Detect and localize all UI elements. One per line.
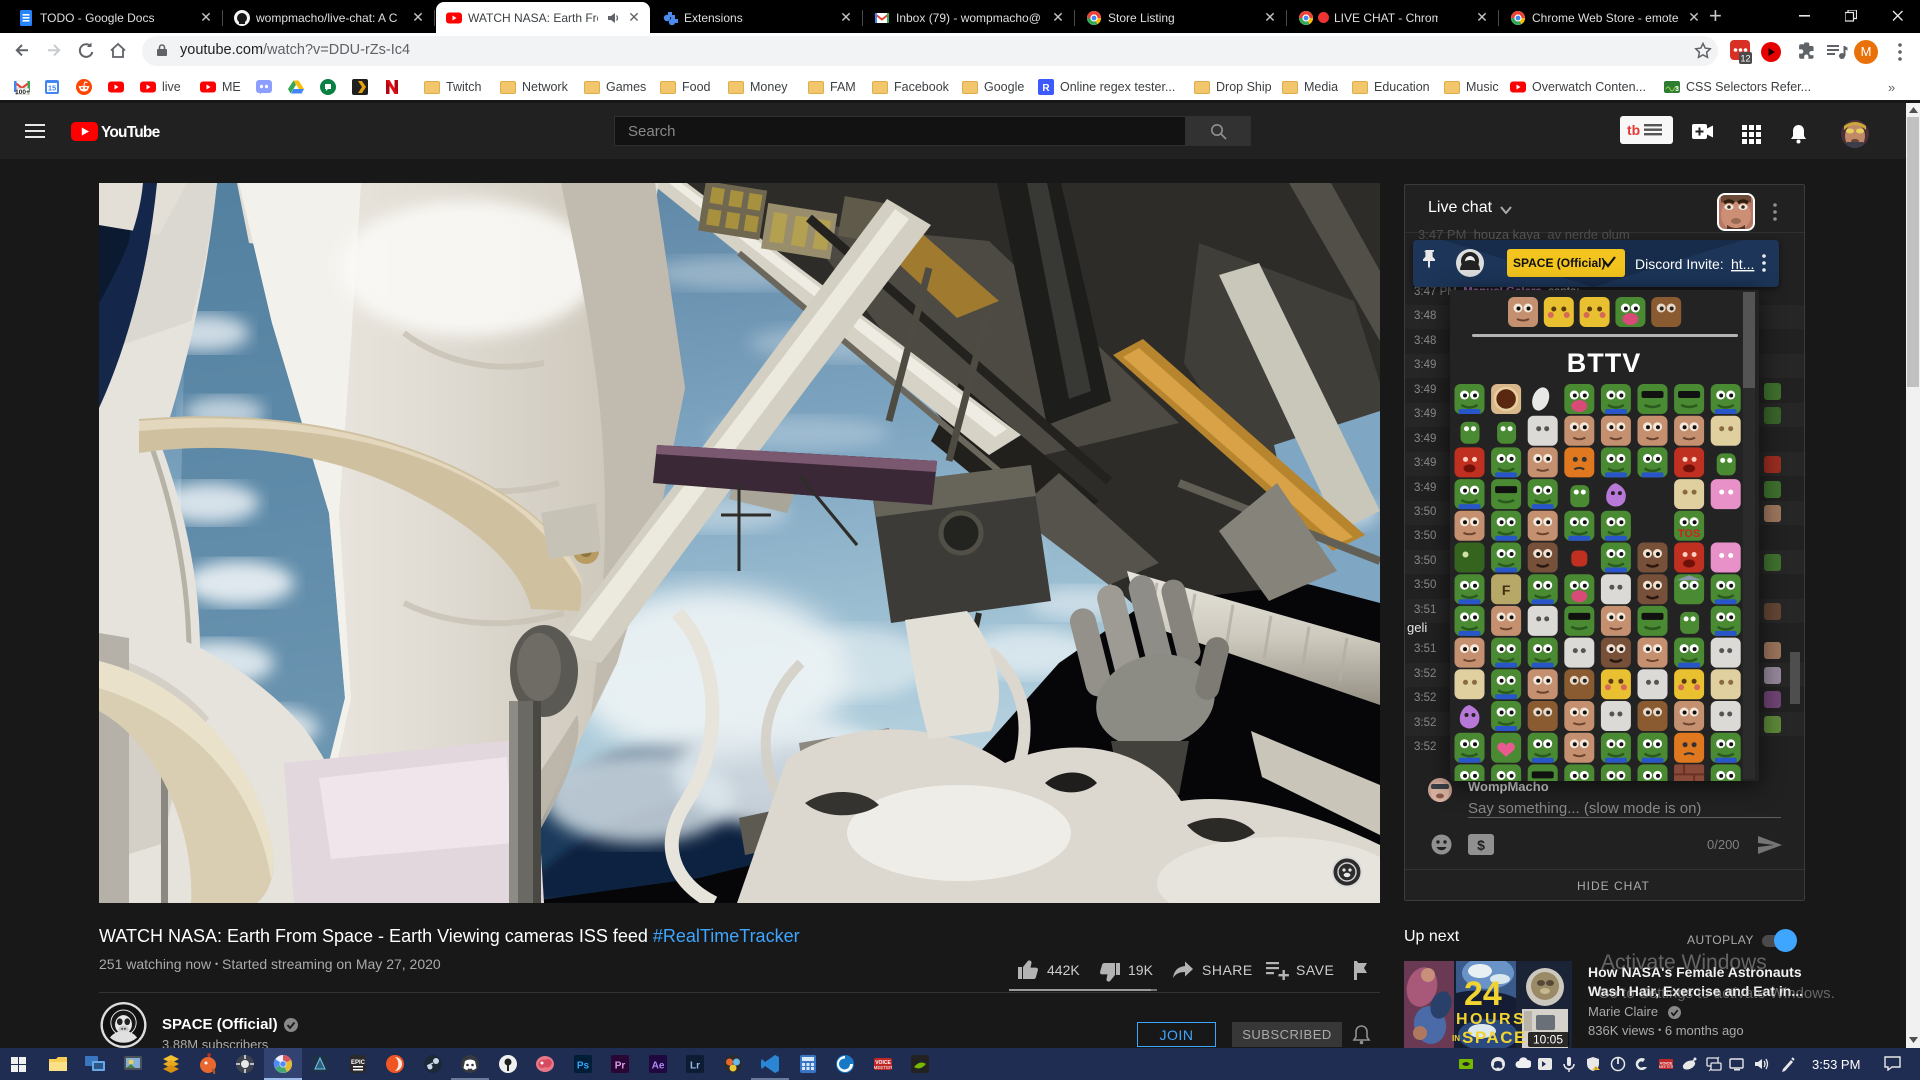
svg-text:Ae: Ae [652, 1061, 665, 1072]
svg-text:TOS: TOS [1678, 528, 1700, 540]
svg-text:Pr: Pr [615, 1061, 626, 1072]
svg-text:MEETER: MEETER [1659, 1065, 1674, 1069]
svg-text:SPACE: SPACE [1462, 1028, 1527, 1047]
svg-text:EPIC: EPIC [351, 1060, 366, 1066]
svg-text:100+: 100+ [15, 89, 30, 95]
svg-text:R: R [1042, 83, 1050, 94]
svg-text:$: $ [1477, 837, 1485, 853]
svg-text:Discord Invite:: Discord Invite: [1635, 256, 1724, 272]
svg-text:F: F [1502, 582, 1511, 598]
svg-text:HOURS: HOURS [1456, 1011, 1526, 1028]
svg-text:24: 24 [1464, 975, 1502, 1013]
svg-text:3: 3 [1675, 86, 1679, 93]
svg-text:Lr: Lr [690, 1061, 700, 1072]
svg-text:SPACE (Official): SPACE (Official) [1513, 256, 1605, 270]
svg-text:15: 15 [48, 84, 56, 93]
svg-text:tb: tb [1627, 122, 1640, 138]
svg-text:YouTube: YouTube [101, 124, 161, 141]
svg-text:Ps: Ps [577, 1061, 590, 1072]
svg-text:BTTV: BTTV [1567, 348, 1642, 378]
svg-text:MEETER: MEETER [874, 1065, 894, 1070]
svg-text:ht...: ht... [1731, 256, 1754, 272]
svg-text:12: 12 [1740, 54, 1750, 64]
svg-text:10:05: 10:05 [1533, 1033, 1563, 1047]
svg-text:!: ! [1595, 1067, 1596, 1072]
svg-text:IN: IN [1452, 1034, 1460, 1043]
